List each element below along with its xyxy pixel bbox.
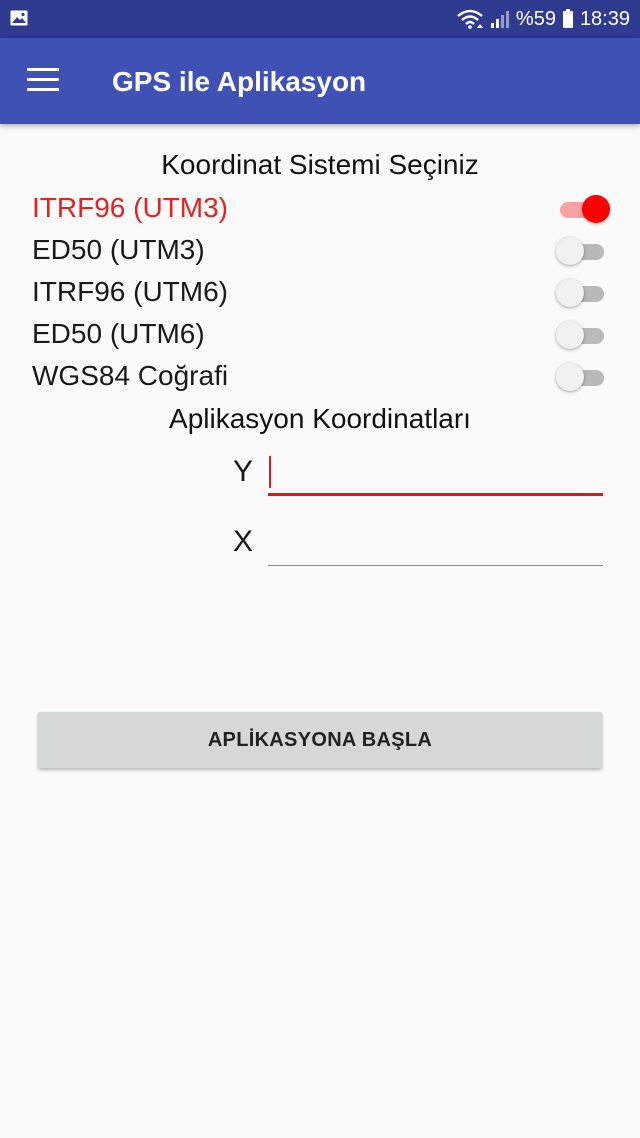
- option-row-itrf96-utm6: ITRF96 (UTM6): [32, 272, 610, 312]
- app-title: GPS ile Aplikasyon: [112, 66, 367, 97]
- option-label: ED50 (UTM6): [32, 318, 205, 349]
- x-label: X: [233, 525, 254, 558]
- y-label: Y: [233, 455, 254, 488]
- battery-percent: %59: [515, 7, 556, 30]
- y-coordinate-input[interactable]: [268, 452, 603, 492]
- coordinate-system-heading: Koordinat Sistemi Seçiniz: [161, 149, 479, 180]
- x-field-underline: [268, 565, 603, 566]
- battery-icon: [562, 9, 573, 28]
- option-row-ed50-utm3: ED50 (UTM3): [32, 230, 610, 270]
- status-bar: %59 18:39: [0, 0, 640, 38]
- toggle-switch-itrf96-utm3[interactable]: [556, 194, 610, 224]
- start-application-button[interactable]: APLİKASYONA BAŞLA: [38, 712, 602, 768]
- y-field-underline: [268, 493, 603, 496]
- clock: 18:39: [579, 7, 630, 30]
- wifi-icon: [457, 9, 483, 29]
- option-label: WGS84 Coğrafi: [32, 360, 229, 391]
- option-row-itrf96-utm3: ITRF96 (UTM3): [32, 188, 610, 228]
- toggle-switch-itrf96-utm6[interactable]: [556, 278, 610, 308]
- toggle-switch-wgs84-geographic[interactable]: [556, 362, 610, 392]
- x-coordinate-input[interactable]: [268, 522, 603, 562]
- hamburger-menu-icon[interactable]: [27, 68, 59, 94]
- y-coordinate-field: [268, 452, 603, 496]
- app-bar: GPS ile Aplikasyon: [0, 38, 640, 124]
- option-label: ITRF96 (UTM3): [32, 192, 228, 223]
- toggle-switch-ed50-utm6[interactable]: [556, 320, 610, 350]
- x-coordinate-field: [268, 522, 603, 566]
- option-label: ED50 (UTM3): [32, 234, 205, 265]
- option-row-wgs84-geographic: WGS84 Coğrafi: [32, 356, 610, 396]
- option-label: ITRF96 (UTM6): [32, 276, 228, 307]
- toggle-switch-ed50-utm3[interactable]: [556, 236, 610, 266]
- coordinates-heading: Aplikasyon Koordinatları: [169, 403, 471, 434]
- text-cursor: [269, 456, 271, 488]
- option-row-ed50-utm6: ED50 (UTM6): [32, 314, 610, 354]
- signal-icon: [490, 11, 509, 28]
- gallery-icon: [10, 10, 28, 26]
